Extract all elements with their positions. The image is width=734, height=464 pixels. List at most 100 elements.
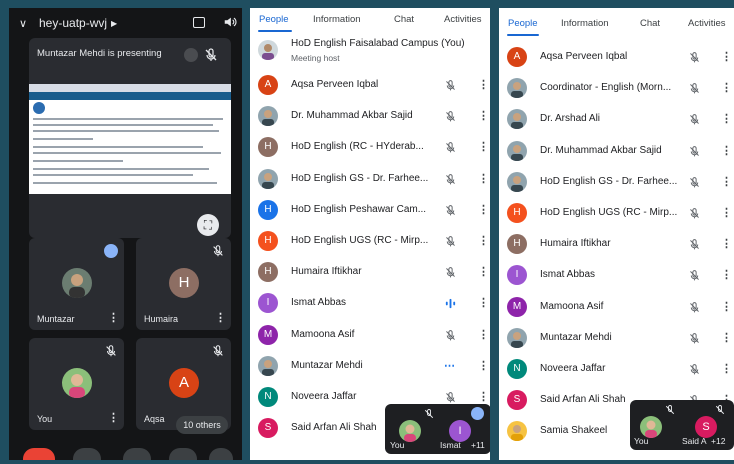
list-item[interactable]: HoD English GS - Dr. Farhee... ⋮	[250, 164, 490, 195]
mic-off-icon[interactable]	[444, 329, 457, 342]
more-vert-icon[interactable]: ⋮	[721, 81, 732, 95]
mic-off-button[interactable]	[123, 448, 151, 460]
presentation-tile[interactable]: Muntazar Mehdi is presenting ⛶	[29, 38, 231, 238]
more-vert-icon[interactable]: ⋮	[721, 362, 732, 376]
more-vert-icon[interactable]: ⋮	[108, 411, 119, 424]
mic-off-icon[interactable]	[688, 51, 701, 64]
mic-off-icon[interactable]	[444, 110, 457, 123]
list-item[interactable]: H Humaira Iftikhar ⋮	[499, 229, 734, 260]
more-vert-icon[interactable]: ⋮	[721, 331, 732, 345]
mic-off-icon[interactable]	[688, 176, 701, 189]
self-view-mini[interactable]: You I Ismat +11	[385, 404, 490, 454]
tile-name: You	[37, 414, 53, 424]
meeting-code[interactable]: hey-uatp-wvj	[39, 16, 107, 30]
list-item[interactable]: Dr. Muhammad Akbar Sajid ⋮	[499, 136, 734, 167]
camera-off-button[interactable]	[73, 448, 101, 460]
more-vert-icon[interactable]: ⋮	[478, 109, 489, 123]
mic-off-icon[interactable]	[444, 266, 457, 279]
mic-off-icon[interactable]	[444, 204, 457, 217]
more-vert-icon[interactable]: ⋮	[721, 237, 732, 251]
camera-switch-icon[interactable]	[193, 17, 205, 28]
mic-off-icon[interactable]	[688, 301, 701, 314]
mic-off-icon[interactable]	[688, 269, 701, 282]
list-item[interactable]: I Ismat Abbas ⋮	[250, 288, 490, 319]
participant-name: Noveera Jaffar	[540, 363, 606, 374]
list-item-host[interactable]: HoD English Faisalabad Campus (You) Meet…	[250, 34, 490, 70]
more-vert-icon[interactable]: ⋮	[721, 175, 732, 189]
more-vert-icon[interactable]: ⋮	[721, 268, 732, 282]
more-vert-icon[interactable]: ⋮	[478, 140, 489, 154]
tab-chat[interactable]: Chat	[640, 18, 660, 29]
mic-off-icon[interactable]	[688, 145, 701, 158]
list-item[interactable]: H HoD English Peshawar Cam... ⋮	[250, 195, 490, 226]
mic-off-icon[interactable]	[444, 79, 457, 92]
mic-off-icon[interactable]	[688, 238, 701, 251]
list-item[interactable]: Muntazar Mehdi ⋯ ⋮	[250, 351, 490, 382]
more-vert-icon[interactable]: ⋮	[215, 311, 226, 324]
mic-off-icon[interactable]	[688, 363, 701, 376]
participant-tile[interactable]: H Humaira ⋮	[136, 238, 231, 330]
more-vert-icon[interactable]: ⋮	[478, 296, 489, 310]
more-vert-icon[interactable]: ⋮	[721, 50, 732, 64]
tab-activities[interactable]: Activities	[444, 14, 481, 25]
more-vert-icon[interactable]: ⋮	[478, 203, 489, 217]
more-options-button[interactable]	[209, 448, 233, 460]
pin-icon[interactable]	[184, 48, 198, 62]
tab-people[interactable]: People	[259, 14, 289, 25]
list-item[interactable]: Dr. Arshad Ali ⋮	[499, 104, 734, 135]
list-item[interactable]: N Noveera Jaffar ⋮	[499, 354, 734, 385]
list-item[interactable]: Coordinator - English (Morn... ⋮	[499, 73, 734, 104]
list-item[interactable]: M Mamoona Asif ⋮	[499, 292, 734, 323]
mic-off-icon[interactable]	[688, 113, 701, 126]
participant-tile[interactable]: Muntazar ⋮	[29, 238, 124, 330]
fullscreen-icon[interactable]: ⛶	[197, 214, 219, 236]
end-call-button[interactable]	[23, 448, 55, 460]
tab-information[interactable]: Information	[561, 18, 609, 29]
call-panel: ∨ hey-uatp-wvj ▶ Muntazar Mehdi is prese…	[9, 8, 242, 460]
mic-off-icon[interactable]	[688, 82, 701, 95]
more-vert-icon[interactable]: ⋮	[721, 112, 732, 126]
mic-off-icon[interactable]	[444, 235, 457, 248]
list-item[interactable]: HoD English GS - Dr. Farhee... ⋮	[499, 167, 734, 198]
more-vert-icon[interactable]: ⋮	[478, 265, 489, 279]
speaker-icon[interactable]	[223, 15, 237, 29]
list-item[interactable]: M Mamoona Asif ⋮	[250, 320, 490, 351]
list-item[interactable]: A Aqsa Perveen Iqbal ⋮	[499, 42, 734, 73]
list-item[interactable]: H HoD English UGS (RC - Mirp... ⋮	[499, 198, 734, 229]
list-item[interactable]: H HoD English UGS (RC - Mirp... ⋮	[250, 226, 490, 257]
mic-off-icon[interactable]	[444, 173, 457, 186]
more-vert-icon[interactable]: ⋮	[721, 206, 732, 220]
mic-off-icon[interactable]	[688, 207, 701, 220]
more-vert-icon[interactable]: ⋮	[478, 390, 489, 404]
list-item[interactable]: H HoD English (RC - HYderab... ⋮	[250, 132, 490, 163]
others-badge[interactable]: 10 others	[176, 416, 228, 434]
tab-people[interactable]: People	[508, 18, 538, 29]
list-item[interactable]: Muntazar Mehdi ⋮	[499, 323, 734, 354]
more-vert-icon[interactable]: ⋮	[478, 328, 489, 342]
tab-activities[interactable]: Activities	[688, 18, 725, 29]
more-vert-icon[interactable]: ⋮	[478, 172, 489, 186]
more-vert-icon[interactable]: ⋮	[108, 311, 119, 324]
caret-right-icon[interactable]: ▶	[111, 19, 117, 28]
more-vert-icon[interactable]: ⋮	[721, 300, 732, 314]
more-vert-icon[interactable]: ⋮	[478, 78, 489, 92]
list-item[interactable]: A Aqsa Perveen Iqbal ⋮	[250, 70, 490, 101]
chevron-down-icon[interactable]: ∨	[19, 17, 33, 30]
raise-hand-button[interactable]	[169, 448, 197, 460]
more-vert-icon[interactable]: ⋮	[478, 359, 489, 373]
avatar	[62, 268, 92, 298]
participant-tile[interactable]: You ⋮	[29, 338, 124, 430]
list-item[interactable]: H Humaira Iftikhar ⋮	[250, 257, 490, 288]
more-vert-icon[interactable]: ⋮	[478, 234, 489, 248]
tab-chat[interactable]: Chat	[394, 14, 414, 25]
more-vert-icon[interactable]: ⋮	[721, 144, 732, 158]
list-item[interactable]: I Ismat Abbas ⋮	[499, 260, 734, 291]
mic-off-icon[interactable]	[444, 391, 457, 404]
participant-name: Aqsa Perveen Iqbal	[291, 79, 379, 90]
mic-off-icon[interactable]	[688, 332, 701, 345]
mic-off-icon[interactable]	[444, 141, 457, 154]
tab-information[interactable]: Information	[313, 14, 361, 25]
list-item[interactable]: Dr. Muhammad Akbar Sajid ⋮	[250, 101, 490, 132]
self-view-mini[interactable]: You S Said A +12	[630, 400, 734, 450]
participant-name: Mamoona Asif	[540, 300, 604, 312]
